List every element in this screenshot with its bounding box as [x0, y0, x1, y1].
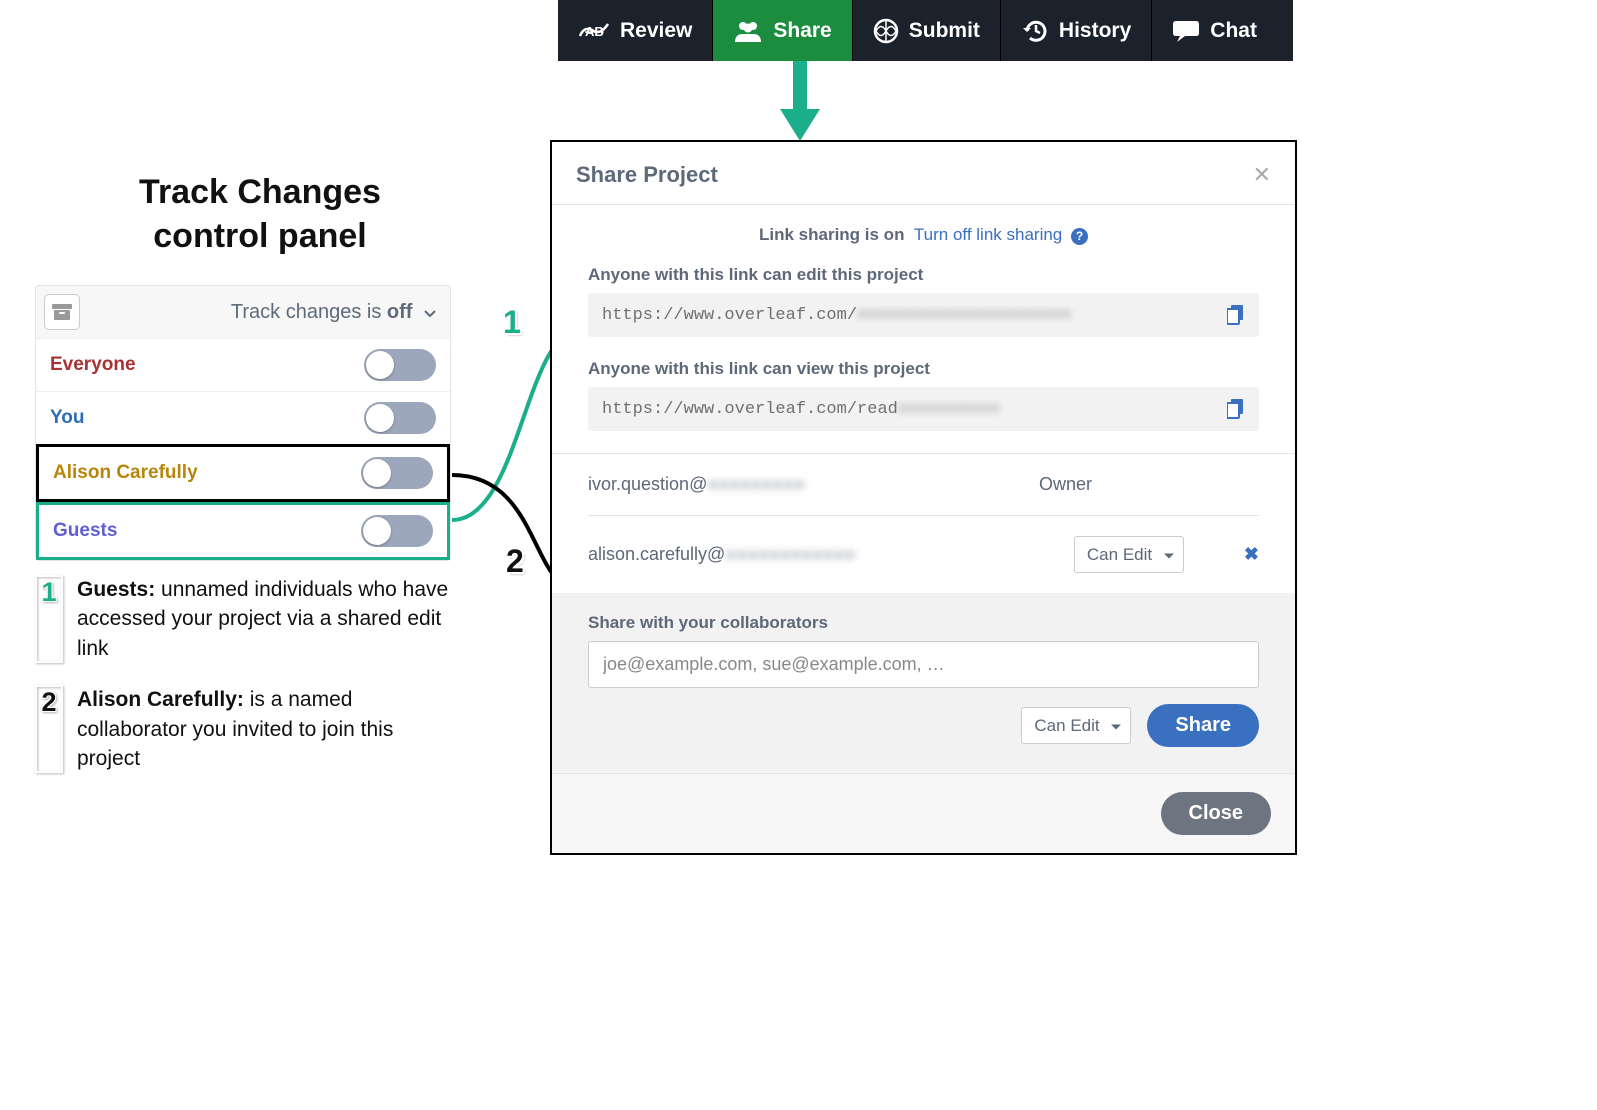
tc-toggle-you[interactable] — [364, 402, 436, 434]
track-changes-title: Track Changes control panel — [70, 170, 450, 258]
callout-1: 1 — [503, 304, 521, 341]
collab-owner-role: Owner — [1039, 474, 1179, 495]
invite-role-select[interactable]: Can Edit — [1021, 707, 1131, 744]
annotations-list: 1 Guests: unnamed individuals who have a… — [35, 575, 455, 795]
copy-view-link-icon[interactable] — [1227, 399, 1245, 419]
invite-label: Share with your collaborators — [588, 613, 1259, 633]
toolbar-chat[interactable]: Chat — [1152, 0, 1277, 61]
anno-num-2: 2 — [35, 685, 63, 773]
collaborator-row-owner: ivor.question@●●●●●●●●● Owner — [588, 454, 1259, 516]
annotation-1: 1 Guests: unnamed individuals who have a… — [35, 575, 455, 663]
track-changes-status[interactable]: Track changes is off — [80, 301, 436, 324]
link-sharing-status: Link sharing is on Turn off link sharing… — [588, 225, 1259, 245]
anno-num-1: 1 — [35, 575, 63, 663]
modal-title: Share Project — [576, 162, 718, 188]
tc-row-everyone: Everyone — [36, 338, 450, 391]
collaborator-row-alison: alison.carefully@●●●●●●●●●●●● Can Edit ✖ — [588, 516, 1259, 593]
callout-2: 2 — [506, 543, 524, 580]
copy-edit-link-icon[interactable] — [1227, 305, 1245, 325]
archive-button[interactable] — [44, 294, 80, 330]
pointer-arrow — [775, 61, 825, 143]
tc-toggle-alison[interactable] — [361, 457, 433, 489]
toolbar-chat-label: Chat — [1210, 19, 1257, 43]
toolbar-submit[interactable]: Submit — [853, 0, 1001, 61]
collab-alison-role-select[interactable]: Can Edit — [1074, 536, 1184, 573]
close-icon[interactable]: ✕ — [1253, 162, 1271, 188]
tc-row-guests: Guests — [36, 502, 450, 560]
share-icon — [733, 19, 763, 43]
tc-toggle-guests[interactable] — [361, 515, 433, 547]
view-link-box: https://www.overleaf.com/read●●●●●●●●●● — [588, 387, 1259, 431]
chat-icon — [1172, 18, 1200, 44]
share-button[interactable]: Share — [1147, 704, 1259, 747]
view-link-label: Anyone with this link can view this proj… — [588, 359, 1259, 379]
edit-link-label: Anyone with this link can edit this proj… — [588, 265, 1259, 285]
edit-link-box: https://www.overleaf.com/●●●●●●●●●●●●●●●… — [588, 293, 1259, 337]
track-changes-panel: Track changes is off Everyone You Alison… — [35, 285, 451, 561]
tc-row-alison: Alison Carefully — [36, 444, 450, 502]
tc-row-you: You — [36, 391, 450, 444]
history-icon — [1021, 18, 1049, 44]
turn-off-link-sharing[interactable]: Turn off link sharing — [914, 225, 1062, 244]
submit-icon — [873, 18, 899, 44]
tc-toggle-everyone[interactable] — [364, 349, 436, 381]
toolbar-history-label: History — [1059, 19, 1131, 43]
svg-text:AB: AB — [585, 24, 604, 39]
collab-owner-email: ivor.question@●●●●●●●●● — [588, 474, 1039, 495]
chevron-down-icon — [424, 310, 436, 318]
tc-label-guests: Guests — [53, 520, 117, 542]
tc-label-everyone: Everyone — [50, 354, 136, 376]
review-icon: AB — [578, 18, 610, 44]
toolbar-share[interactable]: Share — [713, 0, 852, 61]
toolbar-history[interactable]: History — [1001, 0, 1152, 61]
annotation-2: 2 Alison Carefully: is a named collabora… — [35, 685, 455, 773]
toolbar-review-label: Review — [620, 19, 692, 43]
toolbar-submit-label: Submit — [909, 19, 980, 43]
collab-alison-email: alison.carefully@●●●●●●●●●●●● — [588, 544, 1074, 565]
share-project-modal: Share Project ✕ Link sharing is on Turn … — [550, 140, 1297, 855]
tc-label-alison: Alison Carefully — [53, 462, 198, 484]
close-button[interactable]: Close — [1161, 792, 1271, 835]
invite-email-input[interactable] — [588, 641, 1259, 688]
tc-label-you: You — [50, 407, 84, 429]
remove-collaborator-icon[interactable]: ✖ — [1244, 544, 1259, 565]
help-icon[interactable]: ? — [1071, 228, 1088, 245]
toolbar-review[interactable]: AB Review — [558, 0, 713, 61]
top-toolbar: AB Review Share Submit History Chat — [558, 0, 1293, 61]
toolbar-share-label: Share — [773, 19, 831, 43]
